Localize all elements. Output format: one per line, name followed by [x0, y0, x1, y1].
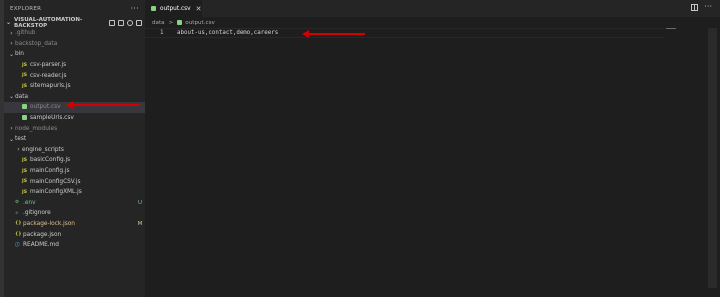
- tree-item-label: .github: [15, 30, 36, 37]
- tree-file[interactable]: ⚙ .env U: [4, 198, 145, 209]
- project-root[interactable]: ⌄ VISUAL-AUTOMATION-BACKSTOP: [4, 16, 145, 29]
- js-file-icon: JS: [22, 83, 28, 89]
- tree-item-label: package.json: [23, 231, 62, 238]
- tree-file[interactable]: JS mainConfig.js: [4, 166, 145, 177]
- js-file-icon: JS: [22, 157, 28, 163]
- tree-item-label: .gitignore: [23, 210, 51, 217]
- json-file-icon: {}: [15, 221, 22, 227]
- tree-item-label: csv-reader.js: [30, 72, 67, 79]
- vscode-window: EXPLORER ··· ⌄ VISUAL-AUTOMATION-BACKSTO…: [0, 0, 720, 297]
- tree-item-label: README.md: [23, 242, 59, 249]
- tree-file[interactable]: {} package-lock.json M: [4, 219, 145, 230]
- chevron-right-icon: ›: [17, 146, 20, 154]
- tree-folder[interactable]: ⌄ bin: [4, 49, 145, 60]
- tree-item-label: mainConfigCSV.js: [30, 178, 81, 185]
- chevron-right-icon: ›: [10, 40, 13, 48]
- csv-file-icon: [151, 6, 156, 11]
- tree-file[interactable]: ◆ .gitignore: [4, 208, 145, 219]
- explorer-header: EXPLORER ···: [4, 0, 145, 17]
- chevron-down-icon: ⌄: [8, 50, 15, 58]
- info-file-icon: ⓘ: [15, 243, 20, 249]
- tree-item-label: sampleUrls.csv: [30, 115, 74, 122]
- tree-file[interactable]: sampleUrls.csv: [4, 113, 145, 124]
- tree-file[interactable]: JS basicConfig.js: [4, 155, 145, 166]
- tree-file[interactable]: JS csv-parser.js: [4, 60, 145, 71]
- file-icon: [22, 103, 30, 111]
- chevron-down-icon: ⌄: [8, 93, 15, 101]
- tree-file[interactable]: JS mainConfigXML.js: [4, 187, 145, 198]
- annotation-arrow-output-csv: [66, 101, 140, 109]
- breadcrumb: data > output.csv: [152, 17, 215, 28]
- breadcrumb-separator: >: [168, 19, 174, 26]
- tree-item-label: engine_scripts: [22, 146, 64, 153]
- tree-item-label: node_modules: [15, 125, 58, 132]
- tree-item-label: basicConfig.js: [30, 157, 71, 164]
- tab-label: output.csv: [160, 5, 191, 12]
- csv-file-icon: [22, 103, 27, 109]
- annotation-arrow-code-line: [302, 30, 365, 38]
- tree-folder[interactable]: ⌄ test: [4, 134, 145, 145]
- breadcrumb-file[interactable]: output.csv: [185, 20, 215, 26]
- explorer-actions: [109, 19, 145, 26]
- explorer-title: EXPLORER: [10, 5, 42, 12]
- breadcrumb-folder[interactable]: data: [152, 20, 165, 26]
- file-icon: [22, 114, 30, 122]
- project-name: VISUAL-AUTOMATION-BACKSTOP: [14, 16, 83, 29]
- explorer-sidebar: EXPLORER ··· ⌄ VISUAL-AUTOMATION-BACKSTO…: [4, 0, 145, 297]
- chevron-down-icon: ⌄: [8, 135, 15, 143]
- env-file-icon: ⚙: [15, 200, 20, 206]
- chevron-right-icon: ›: [10, 29, 13, 37]
- tree-item-label: mainConfig.js: [30, 168, 70, 175]
- tab-output-csv[interactable]: output.csv ✕: [145, 0, 202, 17]
- js-file-icon: JS: [22, 73, 28, 79]
- close-icon[interactable]: ✕: [196, 5, 202, 13]
- split-editor-icon[interactable]: [691, 4, 698, 11]
- git-status-badge: U: [137, 199, 143, 206]
- js-file-icon: JS: [22, 62, 28, 68]
- tree-folder[interactable]: › backstop_data: [4, 39, 145, 50]
- tree-item-label: data: [15, 93, 29, 100]
- new-file-icon[interactable]: [109, 19, 115, 26]
- chevron-right-icon: ›: [10, 125, 13, 133]
- tree-item-label: csv-parser.js: [30, 62, 67, 69]
- new-folder-icon[interactable]: [118, 19, 124, 26]
- js-file-icon: JS: [22, 189, 28, 195]
- chevron-down-icon: ⌄: [6, 19, 12, 26]
- tree-folder[interactable]: ⌄ data: [4, 92, 145, 103]
- explorer-more-icon[interactable]: ···: [130, 4, 139, 13]
- tree-file[interactable]: JS sitemapurls.js: [4, 81, 145, 92]
- file-tree: › .github › backstop_data ⌄ bin JS csv-parser.j…: [4, 28, 145, 250]
- minimap[interactable]: [666, 28, 676, 29]
- tree-item-label: test: [15, 136, 27, 143]
- vertical-scrollbar[interactable]: [708, 28, 717, 288]
- git-status-badge: M: [137, 220, 143, 227]
- code-line-text[interactable]: about-us,contact,demo,careers: [177, 28, 278, 38]
- json-file-icon: {}: [15, 232, 22, 238]
- tree-item-label: .env: [23, 199, 36, 206]
- editor-more-icon[interactable]: ···: [704, 2, 712, 11]
- tree-folder[interactable]: › node_modules: [4, 123, 145, 134]
- tree-file[interactable]: JS csv-reader.js: [4, 70, 145, 81]
- csv-file-icon: [177, 20, 183, 25]
- tree-item-label: sitemapurls.js: [30, 83, 71, 90]
- git-file-icon: ◆: [15, 210, 19, 216]
- editor-tab-bar: output.csv ✕ ···: [145, 0, 720, 17]
- collapse-all-icon[interactable]: [136, 19, 142, 26]
- tree-item-label: mainConfigXML.js: [30, 189, 82, 196]
- js-file-icon: JS: [22, 179, 28, 185]
- tree-folder[interactable]: › engine_scripts: [4, 145, 145, 156]
- tree-item-label: package-lock.json: [23, 220, 75, 227]
- refresh-icon[interactable]: [127, 19, 133, 26]
- tree-folder[interactable]: › .github: [4, 28, 145, 39]
- tree-file[interactable]: JS mainConfigCSV.js: [4, 176, 145, 187]
- tree-item-label: bin: [15, 51, 24, 58]
- tree-file[interactable]: {} package.json: [4, 229, 145, 240]
- js-file-icon: JS: [22, 168, 28, 174]
- csv-file-icon: [22, 114, 27, 120]
- line-number: 1: [160, 30, 164, 36]
- tree-file[interactable]: ⓘ README.md: [4, 240, 145, 251]
- tree-item-label: backstop_data: [15, 40, 58, 47]
